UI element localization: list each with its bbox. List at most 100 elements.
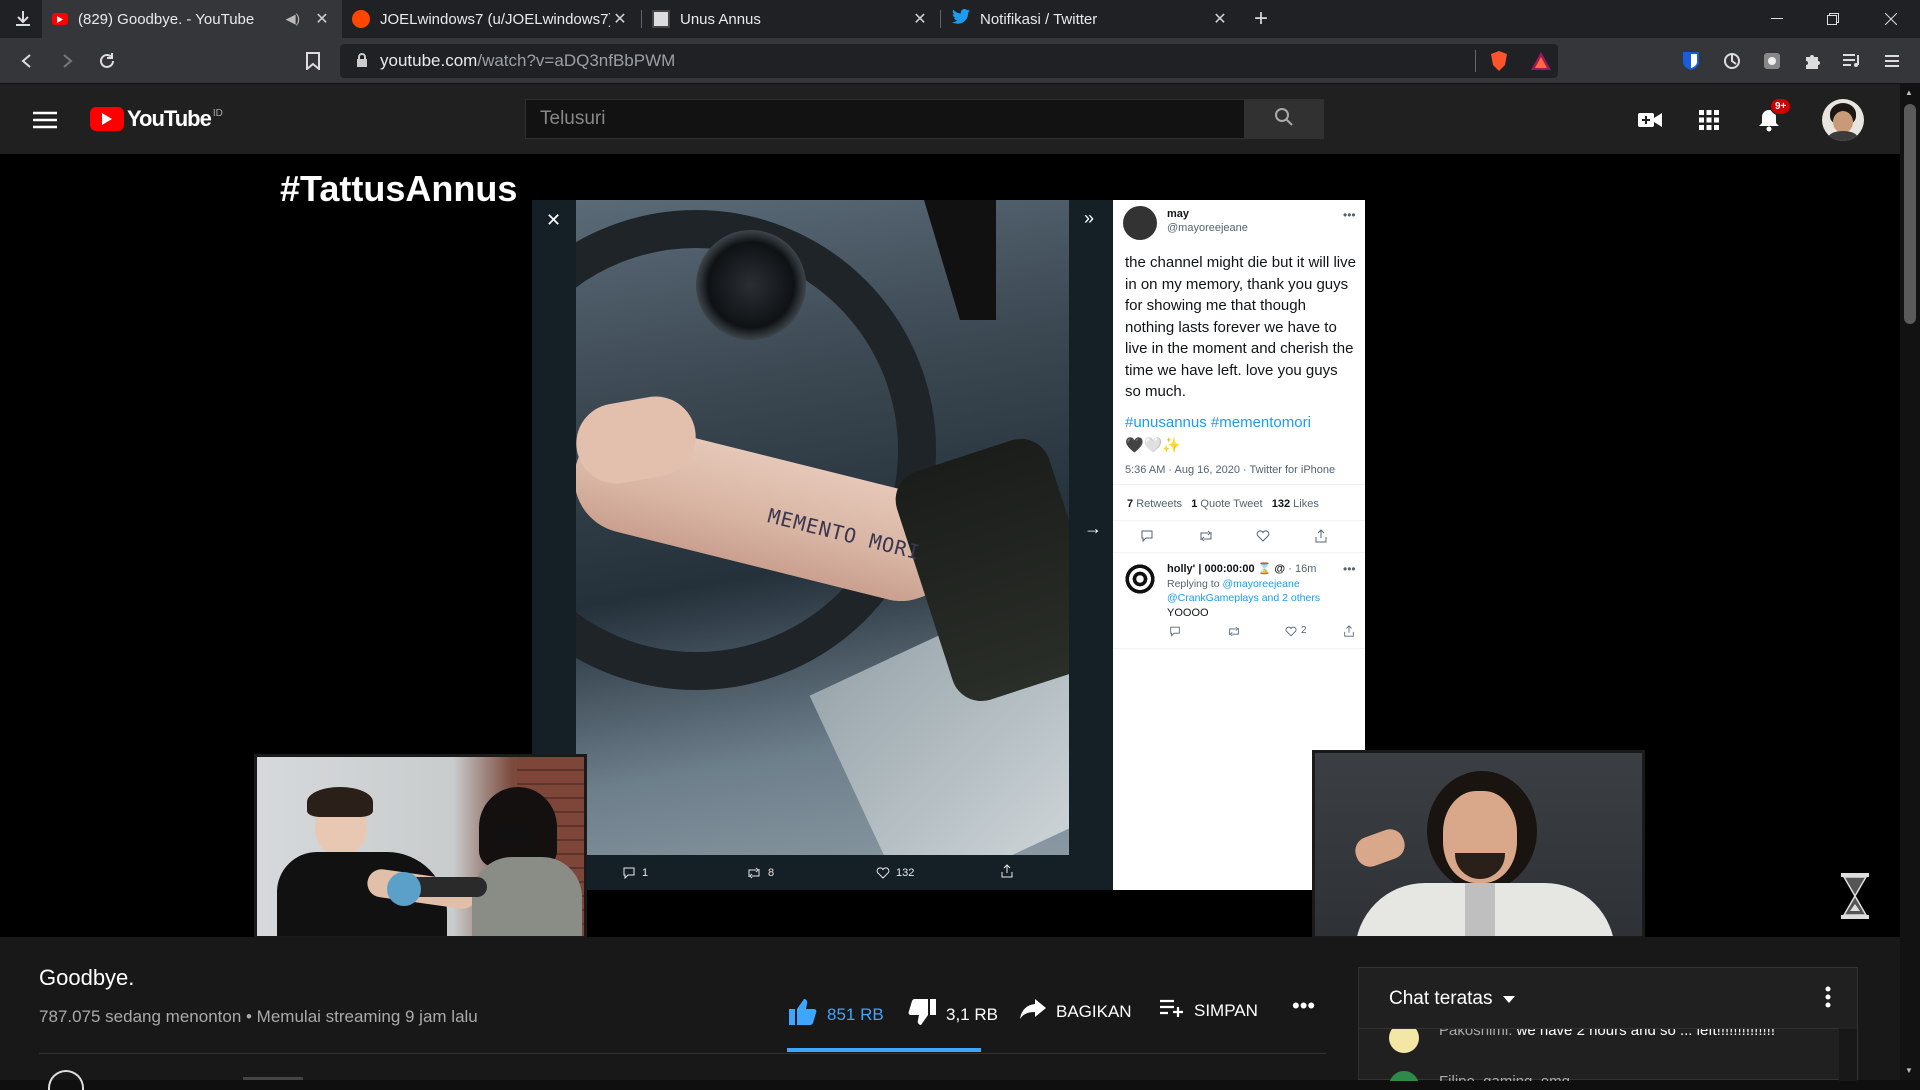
- reply-actions: 2: [1167, 624, 1357, 640]
- more-options-icon: •••: [1343, 208, 1356, 222]
- youtube-wordmark: YouTube: [127, 106, 212, 131]
- youtube-header: YouTube ID Telusuri 9+: [0, 84, 1900, 154]
- forward-icon[interactable]: [52, 46, 82, 76]
- reply-time: · 16m: [1288, 563, 1317, 575]
- apps-grid-icon[interactable]: [1693, 104, 1725, 136]
- save-label: SIMPAN: [1194, 1000, 1258, 1020]
- more-options-icon: •••: [1343, 562, 1356, 576]
- share-button[interactable]: BAGIKAN: [1020, 999, 1132, 1024]
- tab-twitter[interactable]: Notifikasi / Twitter ✕: [942, 0, 1240, 38]
- video-player[interactable]: #TattusAnnus ✕ MEMENTO MORI 1 8 132 » → …: [0, 154, 1900, 939]
- chat-scrollbar[interactable]: [1839, 1029, 1857, 1081]
- avatar[interactable]: [1822, 99, 1864, 141]
- scrollbar-thumb[interactable]: [1904, 104, 1916, 324]
- youtube-play-icon: [90, 107, 124, 131]
- tweet-author-handle: @mayoreejeane: [1167, 222, 1248, 234]
- reply-icon: [623, 867, 635, 879]
- tab-title: (829) Goodbye. - YouTube: [78, 10, 255, 28]
- region-code: ID: [212, 107, 223, 119]
- photo-likes-count: 132: [896, 866, 915, 879]
- dislike-button[interactable]: 3,1 RB: [908, 999, 998, 1030]
- minimize-icon[interactable]: [1762, 4, 1792, 34]
- close-tab-icon[interactable]: ✕: [610, 9, 630, 29]
- tab-unus-annus[interactable]: Unus Annus ✕: [642, 0, 940, 38]
- hourglass-watermark-icon: [1840, 872, 1870, 920]
- reddit-icon: [352, 10, 370, 28]
- share-arrow-icon: [1020, 999, 1046, 1024]
- hamburger-menu-icon[interactable]: [29, 104, 61, 136]
- media-queue-icon[interactable]: [1837, 46, 1867, 76]
- tab-reddit[interactable]: JOELwindows7 (u/JOELwindows7) - ✕: [342, 0, 640, 38]
- like-button[interactable]: 851 RB: [789, 999, 884, 1030]
- retweet-icon: [1229, 626, 1239, 637]
- photo-retweets-count: 8: [768, 866, 775, 879]
- reply-author-name: holly' | 000:00:00 ⌛ @: [1167, 563, 1286, 575]
- new-tab-icon[interactable]: +: [1246, 4, 1276, 34]
- reply-icon: [1141, 530, 1153, 542]
- close-window-icon[interactable]: [1876, 4, 1906, 34]
- avatar: [1123, 206, 1157, 240]
- restore-icon[interactable]: [1818, 4, 1848, 34]
- reply-replying-to: Replying to @mayoreejeane @CrankGameplay…: [1167, 577, 1357, 605]
- youtube-logo[interactable]: YouTube ID: [90, 106, 223, 132]
- tweet-actions: [1113, 524, 1365, 550]
- brave-shields-icon[interactable]: [1484, 46, 1514, 76]
- live-chat: Chat teratas Pakoshimi: we have 2 hours …: [1358, 967, 1858, 1081]
- close-tab-icon[interactable]: ✕: [1210, 9, 1230, 29]
- reply-likes-count: 2: [1301, 625, 1307, 636]
- chat-mode-dropdown[interactable]: Chat teratas: [1389, 988, 1515, 1010]
- bookmark-icon[interactable]: [298, 46, 328, 76]
- playlist-add-icon: [1160, 999, 1184, 1022]
- chat-text: we have 2 hours and so ... left!!!!!!!!!…: [1516, 1029, 1775, 1039]
- search-icon: [1274, 107, 1294, 132]
- url-bar[interactable]: youtube.com/watch?v=aDQ3nfBbPWM: [340, 44, 1558, 78]
- extension-icon[interactable]: [1757, 46, 1787, 76]
- chat-messages: Pakoshimi: we have 2 hours and so ... le…: [1359, 1029, 1839, 1081]
- tab-title: Unus Annus: [680, 10, 761, 28]
- chat-message: Pakoshimi: we have 2 hours and so ... le…: [1439, 1029, 1779, 1040]
- thumbs-up-icon: [789, 999, 817, 1030]
- photo-stats-bar: 1 8 132: [576, 855, 1069, 890]
- video-overlay-hashtag: #TattusAnnus: [280, 168, 518, 209]
- extensions-puzzle-icon[interactable]: [1797, 46, 1827, 76]
- twitter-icon: [952, 9, 970, 29]
- create-video-icon[interactable]: [1634, 104, 1666, 136]
- reload-icon[interactable]: [92, 46, 122, 76]
- search-button[interactable]: [1244, 99, 1324, 139]
- close-tab-icon[interactable]: ✕: [910, 9, 930, 29]
- scroll-down-icon[interactable]: ▼: [1905, 1066, 1913, 1075]
- back-icon[interactable]: [12, 46, 42, 76]
- caret-down-icon: [1502, 988, 1515, 1010]
- bitwarden-icon[interactable]: [1676, 46, 1706, 76]
- heart-icon: [1285, 626, 1297, 637]
- retweets-count: 7: [1127, 498, 1134, 510]
- dislike-count: 3,1 RB: [946, 1004, 998, 1024]
- search-input[interactable]: Telusuri: [525, 99, 1245, 139]
- retweet-icon: [748, 867, 760, 878]
- speaker-icon[interactable]: ◀): [286, 11, 300, 27]
- tweet-hashtags: #unusannus #mementomori: [1125, 414, 1311, 431]
- save-button[interactable]: SIMPAN: [1160, 999, 1258, 1022]
- thumbs-down-icon: [908, 999, 936, 1030]
- heart-icon: [1256, 530, 1270, 542]
- lock-icon[interactable]: [356, 52, 368, 70]
- more-horizontal-icon: •••: [1292, 993, 1316, 1018]
- extension-icon[interactable]: [1717, 46, 1747, 76]
- tweet-engagement: 7 Retweets 1 Quote Tweet 132 Likes: [1127, 498, 1319, 510]
- notifications-bell-icon[interactable]: 9+: [1753, 98, 1792, 136]
- tab-youtube[interactable]: (829) Goodbye. - YouTube ◀) ✕: [42, 0, 342, 38]
- close-tab-icon[interactable]: ✕: [312, 9, 332, 29]
- tattoo-photo: MEMENTO MORI: [576, 200, 1069, 855]
- brave-rewards-icon[interactable]: [1526, 46, 1556, 76]
- menu-icon[interactable]: [1877, 46, 1907, 76]
- url-path: /watch?v=aDQ3nfBbPWM: [477, 51, 676, 70]
- close-icon: ✕: [546, 210, 562, 230]
- page-scrollbar[interactable]: ▲ ▼: [1900, 84, 1920, 1080]
- avatar[interactable]: [48, 1070, 84, 1090]
- url-host: youtube.com: [380, 51, 478, 70]
- downloads-icon[interactable]: [8, 4, 38, 34]
- more-actions-button[interactable]: •••: [1292, 993, 1315, 1019]
- scroll-up-icon[interactable]: ▲: [1905, 88, 1913, 97]
- more-vertical-icon[interactable]: [1825, 986, 1831, 1013]
- browser-tab-bar: (829) Goodbye. - YouTube ◀) ✕ JOELwindow…: [0, 0, 1920, 38]
